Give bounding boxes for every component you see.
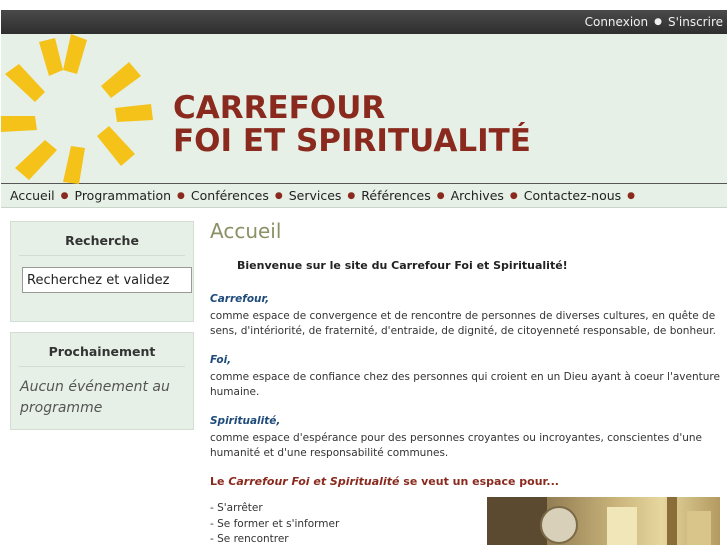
upcoming-text: Aucun événement au programme (20, 379, 170, 416)
site-title[interactable]: CARREFOUR FOI ET SPIRITUALITÉ (173, 92, 531, 158)
nav-accueil[interactable]: Accueil (10, 188, 55, 203)
site-header: CARREFOUR FOI ET SPIRITUALITÉ (1, 34, 727, 184)
bullet-icon: ● (177, 190, 185, 201)
page-title: Accueil (210, 219, 282, 243)
nav-references[interactable]: Références (361, 188, 430, 203)
nav-services[interactable]: Services (289, 188, 342, 203)
nav-programmation[interactable]: Programmation (75, 188, 172, 203)
upcoming-box: Prochainement Aucun événement au program… (10, 332, 194, 430)
nav-conferences[interactable]: Conférences (191, 188, 269, 203)
bullet-icon: ● (509, 190, 518, 201)
nav-archives[interactable]: Archives (451, 188, 504, 203)
section-text: comme espace de convergence et de rencon… (210, 310, 716, 337)
bullet-icon: ● (347, 190, 356, 201)
bullet-icon: ● (436, 190, 445, 201)
sun-rays-logo[interactable] (1, 34, 161, 184)
section-spiritualite: Spiritualité, comme espace d'espérance p… (210, 414, 725, 461)
section-keyword: Foi, (210, 354, 232, 366)
main-area: Recherche Prochainement Aucun événement … (1, 209, 727, 545)
lead-sentence: Le Carrefour Foi et Spiritualité se veut… (210, 475, 725, 488)
top-bar: Connexion ● S'inscrire (0, 0, 727, 36)
nav-contact[interactable]: Contactez-nous (524, 188, 621, 203)
bullet-icon: ● (627, 190, 636, 201)
section-carrefour: Carrefour, comme espace de convergence e… (210, 292, 725, 339)
search-box-title: Recherche (19, 222, 185, 256)
gathering-photo (487, 497, 720, 545)
content-column: Accueil Bienvenue sur le site du Carrefo… (210, 209, 725, 545)
login-link[interactable]: Connexion (585, 15, 649, 29)
section-keyword: Carrefour, (210, 293, 270, 305)
site-title-line2: FOI ET SPIRITUALITÉ (173, 123, 531, 159)
lead-suffix: se veut un espace pour... (399, 475, 559, 488)
welcome-text: Bienvenue sur le site du Carrefour Foi e… (237, 259, 568, 272)
bullet-icon: ● (274, 190, 283, 201)
section-foi: Foi, comme espace de confiance chez des … (210, 353, 725, 400)
register-link[interactable]: S'inscrire (668, 15, 723, 29)
section-keyword: Spiritualité, (210, 415, 281, 427)
lead-prefix: Le (210, 475, 229, 488)
top-bar-strip: Connexion ● S'inscrire (1, 10, 727, 34)
bullet-icon: ● (60, 190, 69, 201)
bullet-icon: ● (654, 17, 662, 27)
section-text: comme espace de confiance chez des perso… (210, 371, 720, 398)
sun-rays-icon (1, 34, 153, 184)
photo-illustration (487, 497, 711, 545)
main-nav: Accueil ● Programmation ● Conférences ● Ser… (1, 184, 727, 208)
search-input[interactable] (22, 267, 192, 293)
site-title-line1: CARREFOUR (173, 90, 386, 126)
search-box: Recherche (10, 221, 194, 322)
section-text: comme espace d'espérance pour des person… (210, 432, 702, 459)
lead-emphasis: Carrefour Foi et Spiritualité (228, 475, 400, 488)
upcoming-box-title: Prochainement (19, 333, 185, 367)
